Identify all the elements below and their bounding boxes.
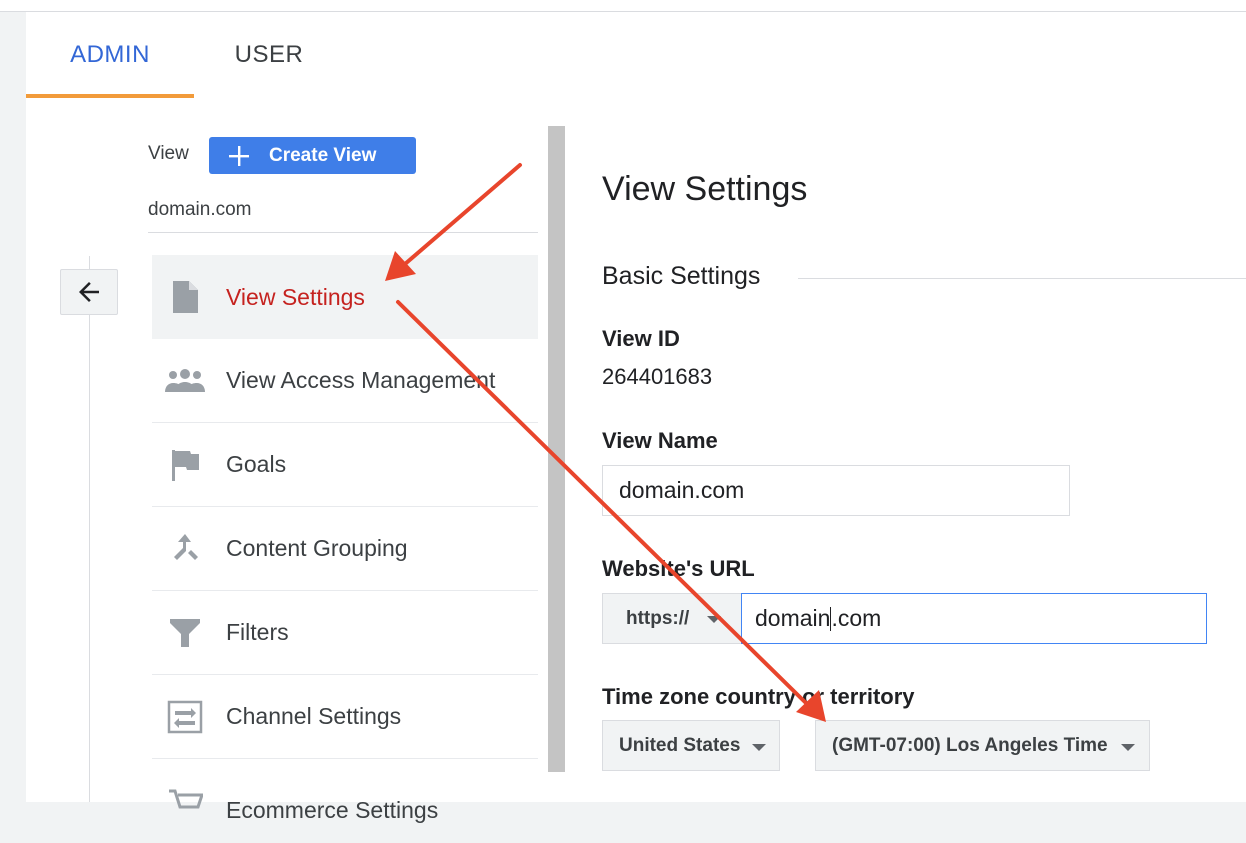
nav-item-label: Goals — [226, 451, 287, 477]
top-border — [0, 0, 1246, 12]
protocol-value: https:// — [626, 607, 690, 629]
nav-item-label: View Settings — [226, 283, 365, 310]
plus-icon — [229, 145, 249, 166]
nav-item-label: Ecommerce Settings — [226, 797, 439, 823]
nav-item-ecommerce-settings[interactable]: Ecommerce Settings — [152, 759, 538, 843]
nav-item-channel-settings[interactable]: Channel Settings — [152, 675, 538, 759]
view-selector[interactable]: domain.com — [148, 199, 252, 221]
nav-item-filters[interactable]: Filters — [152, 591, 538, 675]
admin-tab-bar: ADMIN USER — [26, 12, 1246, 98]
nav-scrollbar[interactable] — [548, 126, 565, 772]
timezone-label: Time zone country or territory — [602, 684, 915, 709]
page-title: View Settings — [602, 170, 808, 208]
arrow-left-icon — [79, 282, 99, 302]
nav-item-label: Filters — [226, 619, 289, 645]
view-name-input[interactable]: domain.com — [602, 465, 1070, 516]
view-selector-underline — [148, 232, 538, 233]
website-url-input[interactable]: domain .com — [741, 593, 1207, 644]
protocol-select[interactable]: https:// — [602, 593, 742, 644]
nav-item-goals[interactable]: Goals — [152, 423, 538, 507]
section-title: Basic Settings — [602, 262, 761, 290]
people-icon — [164, 360, 206, 402]
cart-icon — [164, 781, 206, 823]
chevron-down-icon — [1121, 744, 1135, 751]
nav-item-view-settings[interactable]: View Settings — [152, 255, 538, 339]
filter-icon — [164, 612, 206, 654]
tab-admin[interactable]: ADMIN — [26, 12, 194, 98]
hierarchy-connector-line — [89, 256, 90, 802]
document-icon — [164, 276, 206, 318]
country-value: United States — [619, 734, 741, 756]
channel-settings-icon — [164, 696, 206, 738]
url-text-after-cursor: .com — [831, 605, 882, 631]
nav-item-view-access-management[interactable]: View Access Management — [152, 339, 538, 423]
section-divider — [798, 278, 1246, 279]
admin-content-panel: View Create View domain.com View Setting… — [26, 98, 1246, 823]
chevron-down-icon — [707, 616, 721, 623]
flag-icon — [164, 444, 206, 486]
create-view-button[interactable]: Create View — [209, 137, 416, 174]
content-grouping-icon — [164, 528, 206, 570]
back-button[interactable] — [60, 269, 118, 315]
view-name-label: View Name — [602, 428, 718, 453]
url-text-before-cursor: domain — [755, 605, 831, 631]
nav-item-content-grouping[interactable]: Content Grouping — [152, 507, 538, 591]
nav-item-label: Content Grouping — [226, 535, 408, 561]
nav-item-label: View Access Management — [226, 367, 496, 393]
timezone-select[interactable]: (GMT-07:00) Los Angeles Time — [815, 720, 1150, 771]
view-column-label: View — [148, 143, 189, 164]
website-url-label: Website's URL — [602, 556, 755, 581]
nav-item-label: Channel Settings — [226, 703, 402, 729]
timezone-value: (GMT-07:00) Los Angeles Time — [832, 734, 1108, 756]
tab-user[interactable]: USER — [216, 12, 322, 98]
view-id-value: 264401683 — [602, 364, 713, 389]
country-select[interactable]: United States — [602, 720, 780, 771]
view-id-label: View ID — [602, 326, 680, 351]
chevron-down-icon — [752, 744, 766, 751]
create-view-label: Create View — [269, 144, 377, 166]
